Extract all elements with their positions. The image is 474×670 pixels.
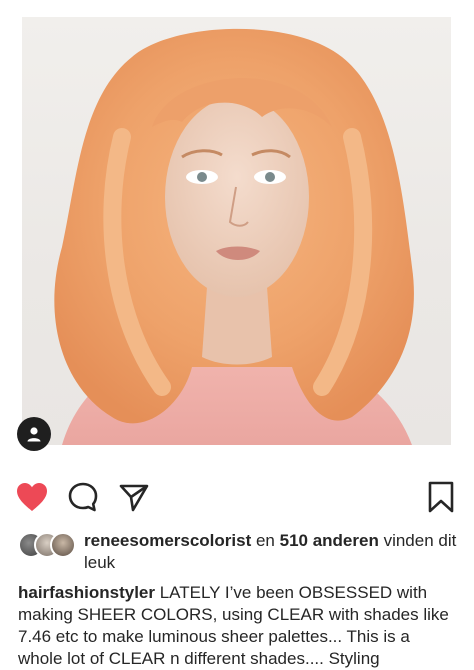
caption-username[interactable]: hairfashionstyler	[18, 583, 155, 602]
tagged-user-button[interactable]	[17, 417, 51, 451]
heart-filled-icon	[17, 483, 47, 511]
comment-button[interactable]	[65, 479, 101, 515]
save-button[interactable]	[423, 479, 459, 515]
share-button[interactable]	[116, 479, 152, 515]
post-caption: hairfashionstyler LATELY I’ve been OBSES…	[18, 582, 458, 670]
likes-connector: en	[251, 531, 280, 550]
likes-summary[interactable]: reneesomerscolorist en 510 anderen vinde…	[18, 530, 458, 574]
comment-icon	[68, 482, 98, 512]
liker-avatars	[18, 532, 78, 558]
like-button[interactable]	[14, 479, 50, 515]
send-icon	[119, 484, 149, 512]
bookmark-icon	[428, 481, 454, 513]
action-bar	[0, 479, 474, 519]
post-photo[interactable]	[22, 17, 451, 445]
portrait-illustration	[54, 28, 414, 445]
person-icon	[27, 427, 41, 442]
likes-count[interactable]: 510 anderen	[280, 531, 379, 550]
avatar	[50, 532, 76, 558]
liker-username[interactable]: reneesomerscolorist	[84, 531, 251, 550]
likes-text: reneesomerscolorist en 510 anderen vinde…	[84, 530, 458, 574]
